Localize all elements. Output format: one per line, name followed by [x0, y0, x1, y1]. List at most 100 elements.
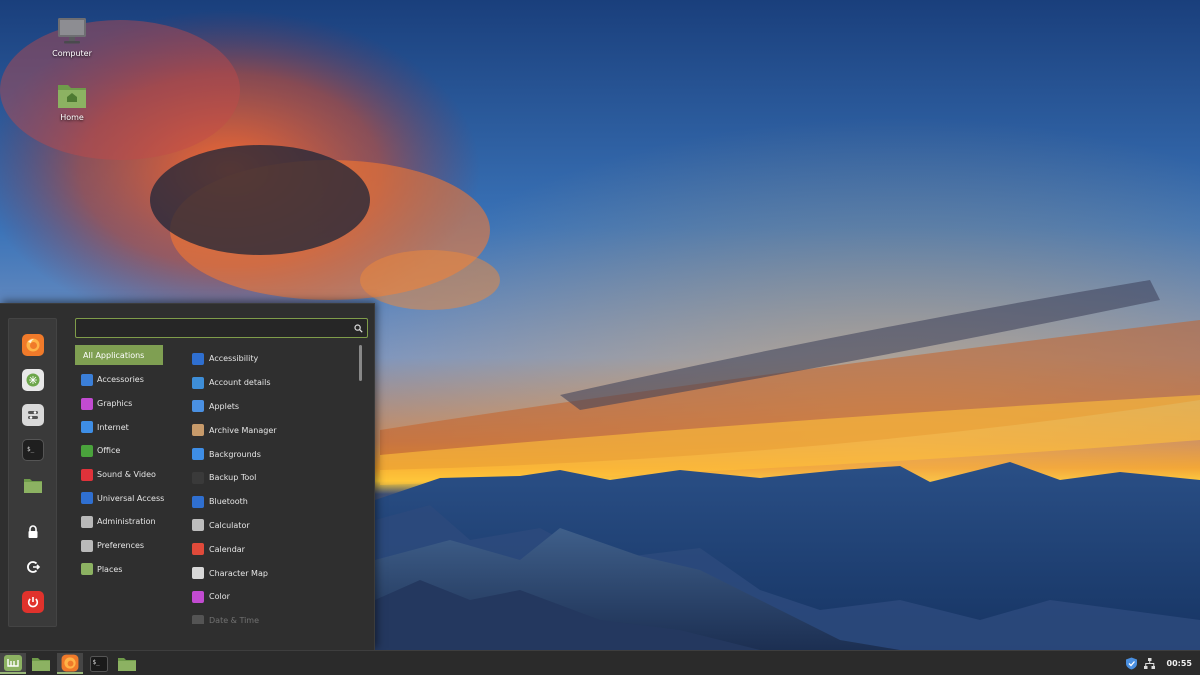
account-details-icon [192, 376, 204, 389]
show-desktop-icon [32, 657, 50, 671]
network-tray[interactable] [1143, 657, 1157, 671]
taskbar-menu-button[interactable] [0, 653, 26, 674]
bluetooth-icon [192, 495, 204, 508]
category-places[interactable]: Places [75, 558, 163, 582]
backgrounds-icon [192, 448, 204, 461]
category-label: Internet [97, 422, 129, 432]
category-accessories[interactable]: Accessories [75, 368, 163, 392]
app-item-date-time[interactable]: Date & Time [188, 609, 356, 624]
firefox-icon [26, 338, 40, 352]
administration-icon [81, 515, 93, 528]
system-tray: 00:55 [1125, 651, 1200, 675]
desktop-icon-label: Home [60, 113, 84, 122]
category-preferences[interactable]: Preferences [75, 534, 163, 558]
settings-icon [28, 411, 38, 419]
sound-video-icon [81, 468, 93, 481]
app-label: Accessibility [209, 354, 259, 364]
taskbar-firefox[interactable] [57, 653, 83, 674]
preferences-icon [81, 539, 93, 552]
category-internet[interactable]: Internet [75, 415, 163, 439]
files-icon [24, 479, 42, 493]
app-item-applets[interactable]: Applets [188, 395, 356, 419]
category-all-applications[interactable]: All Applications [75, 345, 163, 365]
menu-icon [4, 654, 22, 671]
shutdown-icon [27, 597, 39, 608]
favorite-firefox[interactable] [22, 334, 44, 356]
category-sound-video[interactable]: Sound & Video [75, 463, 163, 487]
software-manager-icon [26, 373, 40, 387]
terminal-icon: $_ [27, 446, 35, 453]
category-label: Universal Access [97, 493, 165, 503]
lock-screen-button[interactable] [22, 521, 44, 543]
internet-icon [81, 421, 93, 434]
app-label: Calculator [209, 520, 250, 530]
firefox-icon [61, 654, 79, 671]
app-item-account-details[interactable]: Account details [188, 371, 356, 395]
category-label: Office [97, 446, 121, 456]
terminal-icon: $_ [90, 655, 108, 672]
shutdown-button[interactable] [22, 591, 44, 613]
app-item-character-map[interactable]: Character Map [188, 561, 356, 585]
app-item-bluetooth[interactable]: Bluetooth [188, 490, 356, 514]
search-input[interactable] [76, 319, 349, 337]
app-label: Calendar [209, 544, 245, 554]
favorite-files[interactable] [22, 474, 44, 496]
app-item-backgrounds[interactable]: Backgrounds [188, 442, 356, 466]
applets-icon [192, 400, 204, 413]
favorites-sidebar: $_ [8, 318, 57, 627]
app-item-calculator[interactable]: Calculator [188, 514, 356, 538]
app-label: Bluetooth [209, 497, 248, 507]
lock-screen-icon [28, 525, 38, 538]
clock[interactable]: 00:55 [1167, 659, 1192, 668]
category-list: All Applications Accessories Graphics Inter… [75, 345, 165, 582]
archive-manager-icon [192, 424, 204, 437]
desktop-icon-home[interactable]: Home [42, 80, 102, 122]
favorite-software-manager[interactable] [22, 369, 44, 391]
svg-text:$_: $_ [27, 446, 35, 453]
places-icon [81, 563, 93, 576]
taskbar-show-desktop[interactable] [28, 653, 54, 674]
desktop-icon-computer[interactable]: Computer [42, 16, 102, 58]
app-item-archive-manager[interactable]: Archive Manager [188, 418, 356, 442]
favorite-terminal[interactable]: $_ [22, 439, 44, 461]
taskbar: $_ 00:55 [0, 650, 1200, 675]
svg-text:$_: $_ [93, 659, 101, 666]
logout-button[interactable] [22, 556, 44, 578]
home-folder-icon [56, 80, 88, 110]
taskbar-terminal[interactable]: $_ [86, 653, 112, 674]
accessories-icon [81, 373, 93, 386]
app-label: Backgrounds [209, 449, 261, 459]
category-label: Accessories [97, 375, 144, 385]
character-map-icon [192, 567, 204, 580]
favorite-settings[interactable] [22, 404, 44, 426]
app-item-backup-tool[interactable]: Backup Tool [188, 466, 356, 490]
app-item-calendar[interactable]: Calendar [188, 537, 356, 561]
office-icon [81, 444, 93, 457]
scrollbar-thumb[interactable] [359, 345, 362, 381]
calendar-icon [192, 543, 204, 556]
files-icon [118, 657, 136, 671]
category-label: Preferences [97, 541, 145, 551]
category-label: Graphics [97, 399, 133, 409]
taskbar-files[interactable] [114, 653, 140, 674]
search-box [75, 318, 368, 338]
graphics-icon [81, 397, 93, 410]
app-label: Date & Time [209, 616, 260, 624]
category-label: Administration [97, 517, 156, 527]
app-item-accessibility[interactable]: Accessibility [188, 347, 356, 371]
desktop-icon-label: Computer [52, 49, 92, 58]
update-manager-tray[interactable] [1125, 657, 1139, 671]
app-label: Character Map [209, 568, 268, 578]
category-administration[interactable]: Administration [75, 510, 163, 534]
accessibility-icon [192, 352, 204, 365]
date-time-icon [192, 614, 204, 624]
search-icon[interactable] [349, 319, 367, 337]
app-item-color[interactable]: Color [188, 585, 356, 609]
category-office[interactable]: Office [75, 439, 163, 463]
category-label: Places [97, 564, 123, 574]
category-universal-access[interactable]: Universal Access [75, 486, 165, 510]
logout-icon [27, 561, 41, 573]
category-graphics[interactable]: Graphics [75, 392, 163, 416]
application-list-scrollbar[interactable] [359, 345, 362, 624]
application-list: Accessibility Account details Applets Archi… [188, 347, 356, 624]
